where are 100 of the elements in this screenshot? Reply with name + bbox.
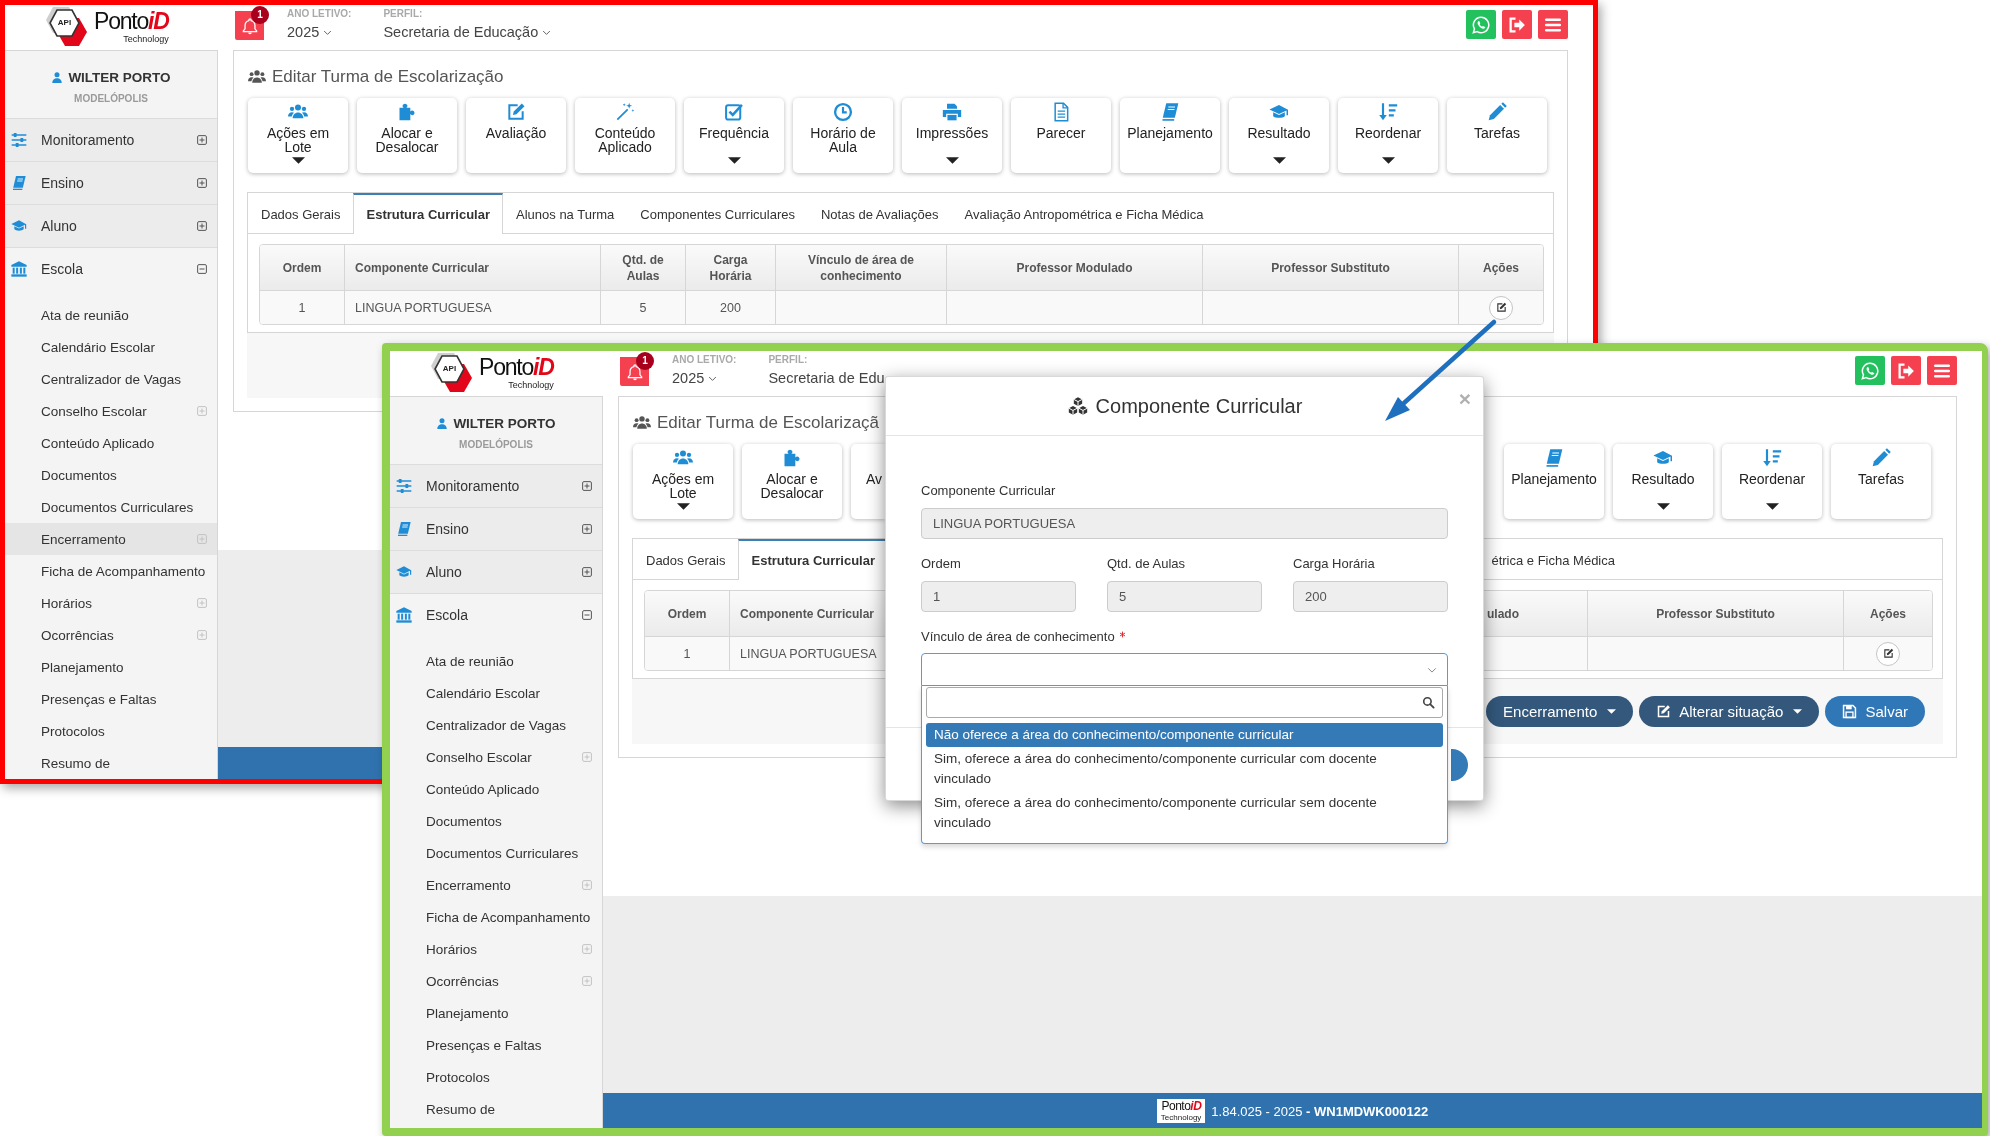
phone-chat-icon [1861,361,1879,380]
minus-square-icon [582,610,592,620]
toolbar-button[interactable]: Tarefas [1447,98,1547,173]
submenu-item[interactable]: Horários [390,933,602,965]
submenu-item[interactable]: Ata de reunião [390,645,602,677]
tab[interactable]: Notas de Avaliações [807,193,952,234]
toolbar-button[interactable]: Tarefas [1831,444,1931,519]
toolbar-button[interactable]: Conteúdo Aplicado [575,98,675,173]
search-field[interactable] [926,687,1443,718]
submenu-item[interactable]: Ocorrências [390,965,602,997]
menu-item[interactable]: Ensino [390,508,602,551]
submenu-item[interactable]: Horários [5,587,217,619]
tab[interactable]: Componentes Curriculares [627,193,808,234]
toolbar-button[interactable]: Alocar e Desalocar [742,444,842,519]
toolbar-button[interactable]: Resultado [1613,444,1713,519]
submenu-item[interactable]: Planejamento [390,997,602,1029]
phone-chat-icon [1472,15,1490,34]
tab[interactable]: étrica e Ficha Médica [1491,539,1628,580]
profile-dropdown[interactable]: Secretaria de Educação [383,23,552,41]
menu-item[interactable]: Aluno [5,205,217,248]
year-dropdown[interactable]: 2025 [287,23,333,41]
menu-item[interactable]: Ensino [5,162,217,205]
column-header: Professor Substituto [1588,591,1844,636]
submenu-item[interactable]: Planejamento [5,651,217,683]
field-label: Componente Curricular [921,482,1057,500]
toolbar-button[interactable]: Resultado [1229,98,1329,173]
submenu-item[interactable]: Resumo de [5,747,217,779]
edit-button[interactable] [1876,641,1900,666]
toolbar-button[interactable]: Planejamento [1504,444,1604,519]
submenu-item[interactable]: Conteúdo Aplicado [390,773,602,805]
logo-badge-text: API [441,364,458,374]
year-dropdown[interactable]: 2025 [672,369,718,387]
submenu-item[interactable]: Centralizador de Vagas [5,363,217,395]
toolbar-button[interactable]: Impressões [902,98,1002,173]
menu-item[interactable]: Monitoramento [390,465,602,508]
submenu-item[interactable]: Resumo de [390,1093,602,1125]
tab[interactable]: Estrutura Curricular [353,193,504,234]
submenu-item[interactable]: Ficha de Acompanhamento [390,901,602,933]
submenu-item[interactable]: Documentos [5,459,217,491]
submenu-item[interactable]: Documentos [390,805,602,837]
submenu-item[interactable]: Calendário Escolar [5,331,217,363]
select-field[interactable] [921,653,1448,686]
toolbar-button[interactable]: Ações em Lote [248,98,348,173]
submenu-item[interactable]: Ficha de Acompanhamento [5,555,217,587]
toolbar-button[interactable]: Parecer [1011,98,1111,173]
book-icon [1544,448,1564,468]
logout-button[interactable] [1891,356,1921,385]
action-button[interactable]: Alterar situação [1639,696,1820,727]
menu-item[interactable]: Monitoramento [5,119,217,162]
notifications-button[interactable]: 1 [620,352,654,386]
dropdown-option[interactable]: Sim, oferece a área do conhecimento/componente curricular com docente vinculado [926,747,1443,791]
action-button[interactable]: Salvar [1825,696,1925,727]
chat-button[interactable] [1466,10,1496,39]
footer-button[interactable] [1451,749,1468,781]
caret-icon [1656,503,1670,510]
column-header: Carga Horária [686,245,776,290]
submenu-item[interactable]: Presenças e Faltas [5,683,217,715]
menu-item[interactable]: Aluno [390,551,602,594]
toolbar-button[interactable]: Reordenar [1338,98,1438,173]
profile-dropdown[interactable]: Secretaria de Edu [768,369,885,387]
submenu-item[interactable]: Conselho Escolar [5,395,217,427]
toolbar-button[interactable]: Avaliação [466,98,566,173]
toolbar-button[interactable]: Frequência [684,98,784,173]
submenu-item[interactable]: Centralizador de Vagas [390,709,602,741]
menu-button[interactable] [1538,10,1568,39]
tab[interactable]: Avaliação Antropométrica e Ficha Médica [951,193,1217,234]
plus-square-icon [582,567,592,577]
toolbar-button[interactable]: Reordenar [1722,444,1822,519]
edit-button[interactable] [1489,295,1513,320]
column-header: Componente Curricular [345,245,601,290]
submenu-item[interactable]: Encerramento [5,523,217,555]
toolbar-button[interactable]: Horário de Aula [793,98,893,173]
checkbox-icon [724,102,744,122]
dropdown-option[interactable]: Sim, oferece a área do conhecimento/componente curricular sem docente vinculado [926,791,1443,835]
submenu-item[interactable]: Presenças e Faltas [390,1029,602,1061]
submenu-item[interactable]: Calendário Escolar [390,677,602,709]
caret-icon [1607,709,1617,714]
submenu-item[interactable]: Ata de reunião [5,299,217,331]
notifications-button[interactable]: 1 [235,6,269,40]
menu-button[interactable] [1927,356,1957,385]
logout-button[interactable] [1502,10,1532,39]
submenu-item[interactable]: Documentos Curriculares [390,837,602,869]
tab[interactable]: Dados Gerais [248,193,354,234]
tab[interactable]: Dados Gerais [633,539,739,580]
submenu-item[interactable]: Documentos Curriculares [5,491,217,523]
toolbar-button[interactable]: Alocar e Desalocar [357,98,457,173]
toolbar-button[interactable]: Av [851,444,885,519]
puzzle-icon [397,102,417,122]
action-button[interactable]: Encerramento [1486,696,1634,727]
submenu-item[interactable]: Encerramento [390,869,602,901]
toolbar-button[interactable]: Ações em Lote [633,444,733,519]
submenu-item[interactable]: Protocolos [5,715,217,747]
toolbar-button[interactable]: Planejamento [1120,98,1220,173]
submenu-item[interactable]: Ocorrências [5,619,217,651]
submenu-item[interactable]: Conselho Escolar [390,741,602,773]
dropdown-option[interactable]: Não oferece a área do conhecimento/componente curricular [926,723,1443,747]
tab[interactable]: Alunos na Turma [503,193,628,234]
submenu-item[interactable]: Conteúdo Aplicado [5,427,217,459]
submenu-item[interactable]: Protocolos [390,1061,602,1093]
chat-button[interactable] [1855,356,1885,385]
